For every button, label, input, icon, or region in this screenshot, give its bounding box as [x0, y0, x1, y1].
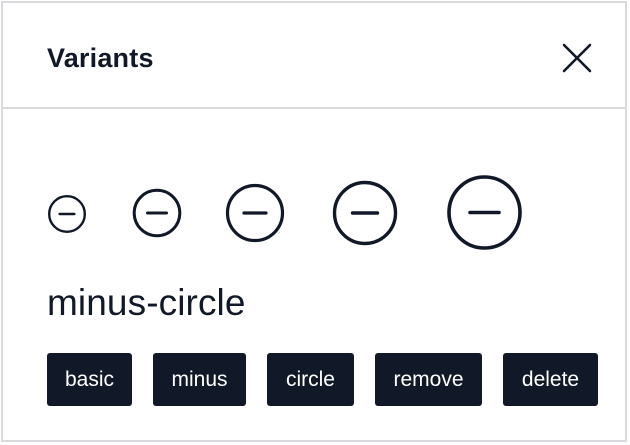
tag-remove[interactable]: remove	[375, 353, 482, 406]
minus-circle-icon	[447, 175, 522, 250]
minus-circle-icon-xs[interactable]	[47, 194, 87, 234]
tag-delete[interactable]: delete	[503, 353, 598, 406]
minus-circle-icon-md[interactable]	[225, 182, 285, 244]
minus-circle-icon	[332, 180, 398, 246]
minus-circle-icon	[48, 195, 86, 233]
minus-circle-icon	[225, 183, 285, 243]
dialog-header: Variants	[3, 3, 625, 109]
minus-circle-icon-lg[interactable]	[331, 179, 399, 247]
variants-dialog: Variants minus-circle basic minus circle…	[1, 1, 627, 442]
tag-minus[interactable]: minus	[153, 353, 246, 406]
icon-name: minus-circle	[47, 282, 246, 323]
close-button[interactable]	[558, 39, 596, 77]
close-icon	[562, 43, 592, 73]
dialog-title: Variants	[47, 43, 154, 73]
minus-circle-icon-sm[interactable]	[131, 187, 183, 239]
minus-circle-icon-xl[interactable]	[445, 173, 524, 252]
tag-basic[interactable]: basic	[47, 353, 132, 406]
tag-circle[interactable]: circle	[267, 353, 354, 406]
minus-circle-icon	[132, 188, 182, 238]
